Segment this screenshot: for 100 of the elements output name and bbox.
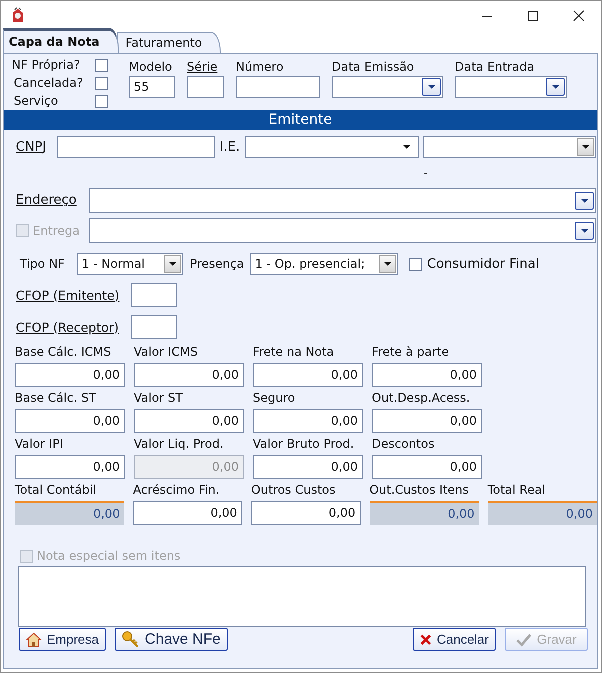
- amount-field: 0,00: [15, 501, 124, 525]
- amount-field[interactable]: 0,00: [372, 409, 482, 433]
- amount-field[interactable]: 0,00: [253, 409, 363, 433]
- checkbox-label: Entrega: [33, 224, 80, 238]
- input-field[interactable]: [131, 315, 177, 339]
- amount-field[interactable]: 0,00: [133, 501, 242, 525]
- field-label: Frete à parte: [372, 344, 450, 361]
- dropdown-field[interactable]: [89, 218, 596, 243]
- field-label: Out.Custos Itens: [370, 482, 470, 499]
- field-label: Frete na Nota: [253, 344, 336, 361]
- date-field[interactable]: [455, 76, 567, 98]
- toolbar-button[interactable]: Empresa: [19, 628, 106, 651]
- field-label: Presença: [190, 257, 244, 271]
- toolbar-button[interactable]: Chave NFe: [115, 628, 228, 651]
- key-icon: [122, 630, 140, 648]
- field-label: Modelo: [129, 59, 174, 76]
- field-label: CFOP (Emitente): [16, 288, 121, 302]
- input-field[interactable]: 55: [129, 76, 175, 98]
- amount-field[interactable]: 0,00: [372, 455, 482, 479]
- separator-text: -: [424, 166, 428, 180]
- tab[interactable]: Capa da Nota: [3, 28, 119, 53]
- amount-field[interactable]: 0,00: [253, 455, 363, 479]
- close-icon[interactable]: [573, 10, 585, 22]
- caret-icon: [428, 85, 436, 89]
- field-label: Total Real: [488, 482, 547, 499]
- input-field[interactable]: [236, 76, 320, 98]
- amount-field[interactable]: 0,00: [15, 455, 125, 479]
- amount-field: 0,00: [370, 501, 479, 525]
- dropdown-field[interactable]: [423, 136, 596, 158]
- amount-field[interactable]: 0,00: [134, 363, 244, 387]
- amount-field[interactable]: 0,00: [134, 409, 244, 433]
- check-icon: [516, 632, 532, 646]
- input-field[interactable]: [57, 136, 215, 158]
- checkbox-label: Cancelada?: [13, 76, 84, 90]
- dropdown-button[interactable]: [164, 255, 181, 273]
- dropdown-field[interactable]: [245, 136, 419, 158]
- field-label: Valor ST: [134, 390, 184, 407]
- field-label: Out.Desp.Acess.: [372, 390, 472, 407]
- checkbox[interactable]: [409, 258, 422, 270]
- checkbox[interactable]: [95, 76, 108, 90]
- dropdown-field[interactable]: 1 - Normal: [77, 253, 183, 275]
- field-label: Total Contábil: [15, 482, 98, 499]
- field-label: Tipo NF: [20, 257, 66, 271]
- caret-icon: [168, 262, 176, 266]
- field-label: Seguro: [253, 390, 296, 407]
- input-field[interactable]: [187, 76, 224, 98]
- field-label: CFOP (Receptor): [16, 320, 120, 334]
- dropdown-button[interactable]: [546, 78, 565, 96]
- checkbox-label: NF Própria?: [12, 58, 82, 72]
- field-label: Série: [187, 59, 219, 76]
- field-label: Descontos: [372, 436, 436, 453]
- maximize-icon[interactable]: [527, 10, 539, 22]
- checkbox[interactable]: [95, 58, 108, 72]
- close-icon: [420, 632, 432, 646]
- dropdown-button[interactable]: [577, 138, 594, 156]
- app-icon: [10, 7, 26, 25]
- field-label: I.E.: [218, 140, 242, 154]
- dropdown-button[interactable]: [575, 222, 594, 240]
- caret-icon: [580, 228, 588, 232]
- dropdown-field[interactable]: 1 - Op. presencial;: [250, 253, 398, 275]
- field-label: Base Cálc. ICMS: [15, 344, 112, 361]
- field-label: Base Cálc. ST: [15, 390, 98, 407]
- amount-field[interactable]: 0,00: [15, 409, 125, 433]
- checkbox-label: Serviço: [13, 94, 60, 108]
- checkbox[interactable]: [95, 94, 108, 108]
- field-label: Valor ICMS: [134, 344, 199, 361]
- field-label: Outros Custos: [251, 482, 337, 499]
- caret-icon: [552, 85, 560, 89]
- amount-field[interactable]: 0,00: [253, 363, 363, 387]
- checkbox-label: Consumidor Final: [427, 256, 540, 272]
- field-label: Acréscimo Fin.: [133, 482, 221, 499]
- date-field[interactable]: [332, 76, 443, 98]
- field-label: Valor IPI: [15, 436, 64, 453]
- field-label: Valor Liq. Prod.: [134, 436, 225, 453]
- input-field[interactable]: [131, 283, 177, 307]
- caret-icon: [580, 198, 588, 202]
- dropdown-button[interactable]: [575, 192, 594, 210]
- caret-icon: [582, 145, 590, 149]
- field-label: Número: [236, 59, 285, 76]
- house-icon: [26, 632, 42, 648]
- field-label: Valor Bruto Prod.: [253, 436, 356, 453]
- dropdown-button[interactable]: [422, 78, 441, 96]
- caret-icon: [384, 262, 392, 266]
- dropdown-field[interactable]: [89, 188, 596, 213]
- field-label: Data Entrada: [455, 59, 536, 76]
- caret-icon: [403, 145, 411, 149]
- amount-field[interactable]: 0,00: [15, 363, 125, 387]
- amount-field[interactable]: 0,00: [251, 501, 361, 525]
- field-label: CNPJ: [16, 140, 48, 154]
- section-header: Emitente: [4, 110, 597, 130]
- amount-field: 0,00: [488, 501, 598, 525]
- field-label: Endereço: [16, 193, 78, 208]
- text-area[interactable]: [18, 566, 586, 627]
- field-label: Data Emissão: [332, 59, 416, 76]
- amount-field[interactable]: 0,00: [372, 363, 482, 387]
- toolbar-button[interactable]: Cancelar: [413, 628, 496, 651]
- checkbox-label: Nota especial sem itens: [37, 549, 181, 563]
- amount-field: 0,00: [134, 455, 244, 479]
- dropdown-button[interactable]: [379, 255, 396, 273]
- tab[interactable]: Faturamento: [116, 32, 222, 53]
